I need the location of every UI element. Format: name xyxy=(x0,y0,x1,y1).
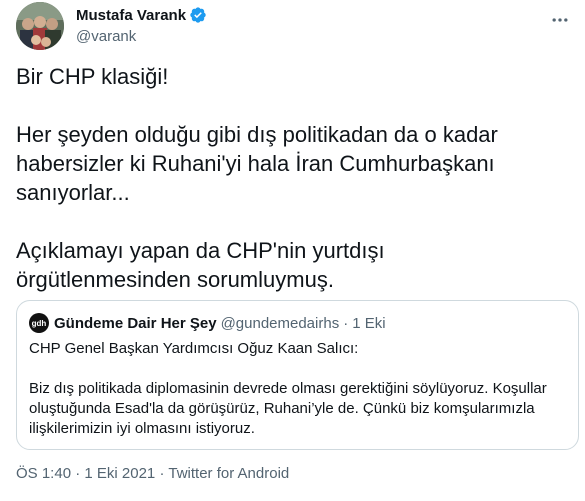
author-display-name[interactable]: Mustafa Varank xyxy=(76,7,186,24)
quoted-line: Biz dış politikada diplomasinin devrede … xyxy=(29,380,547,397)
tweet-text: Bir CHP klasiği! Her şeyden olduğu gibi … xyxy=(16,62,571,294)
tweet-line: habersizler ki Ruhani'yi hala İran Cumhu… xyxy=(16,151,495,176)
tweet-paragraph: Açıklamayı yapan da CHP'nin yurtdışı örg… xyxy=(16,236,571,294)
quoted-line: oluştuğunda Esad'la da görüşürüz, Ruhani… xyxy=(29,400,535,417)
author-handle[interactable]: @varank xyxy=(76,27,207,47)
quoted-tweet-body: CHP Genel Başkan Yardımcısı Oğuz Kaan Sa… xyxy=(29,339,569,439)
tweet-footer: ÖS 1:40 · 1 Eki 2021 · Twitter for Andro… xyxy=(16,465,289,482)
quoted-tweet-header: gdh Gündeme Dair Her Şey @gundemedairhs … xyxy=(29,313,386,333)
quoted-paragraph: Biz dış politikada diplomasinin devrede … xyxy=(29,379,569,439)
quoted-avatar[interactable]: gdh xyxy=(29,313,49,333)
tweet-source[interactable]: Twitter for Android xyxy=(168,465,289,482)
tweet-date[interactable]: 1 Eki 2021 xyxy=(84,465,155,482)
tweet-line: sanıyorlar... xyxy=(16,180,130,205)
tweet-time[interactable]: ÖS 1:40 xyxy=(16,465,71,482)
tweet-header: Mustafa Varank @varank xyxy=(16,2,576,50)
quoted-display-name[interactable]: Gündeme Dair Her Şey xyxy=(54,315,217,332)
quoted-date[interactable]: 1 Eki xyxy=(352,315,385,332)
tweet-paragraph: Bir CHP klasiği! xyxy=(16,64,169,89)
separator-dot: · xyxy=(75,465,81,482)
separator-dot: · xyxy=(159,465,165,482)
quoted-tweet[interactable]: gdh Gündeme Dair Her Şey @gundemedairhs … xyxy=(16,300,579,450)
tweet-paragraph: Her şeyden olduğu gibi dış politikadan d… xyxy=(16,120,571,207)
quoted-line: ilişkilerimizin iyi olmasını istiyoruz. xyxy=(29,420,255,437)
more-options-icon[interactable] xyxy=(548,8,572,32)
tweet-line: örgütlenmesinden sorumluymuş. xyxy=(16,267,334,292)
tweet-line: Her şeyden olduğu gibi dış politikadan d… xyxy=(16,122,498,147)
avatar[interactable] xyxy=(16,2,64,50)
author-names: Mustafa Varank @varank xyxy=(76,5,207,47)
tweet-line: Açıklamayı yapan da CHP'nin yurtdışı xyxy=(16,238,385,263)
quoted-line: CHP Genel Başkan Yardımcısı Oğuz Kaan Sa… xyxy=(29,340,359,357)
quoted-handle[interactable]: @gundemedairhs xyxy=(221,315,340,332)
verified-badge-icon xyxy=(189,6,207,24)
separator-dot: · xyxy=(343,314,349,332)
